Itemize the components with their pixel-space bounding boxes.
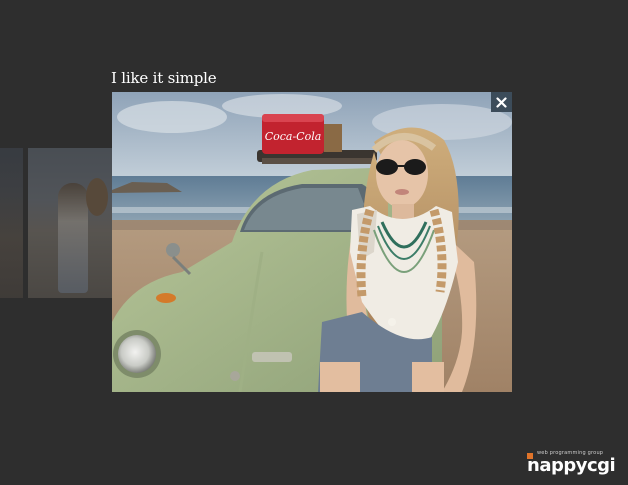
- lightbox-caption: I like it simple: [111, 69, 217, 87]
- close-icon: [496, 96, 507, 108]
- gallery-thumbnail[interactable]: [28, 148, 112, 298]
- gallery-thumbnail-previous[interactable]: [0, 148, 23, 298]
- thumbnail-head: [86, 178, 108, 216]
- thumbnail-figure: [58, 183, 88, 293]
- svg-text:Coca-Cola: Coca-Cola: [265, 130, 322, 143]
- close-button[interactable]: [491, 92, 512, 112]
- logo-wordmark: nappycgi: [527, 455, 616, 476]
- lightbox-image: Coca-Cola: [112, 92, 512, 392]
- brand-logo: web programming group nappycgi: [527, 450, 619, 478]
